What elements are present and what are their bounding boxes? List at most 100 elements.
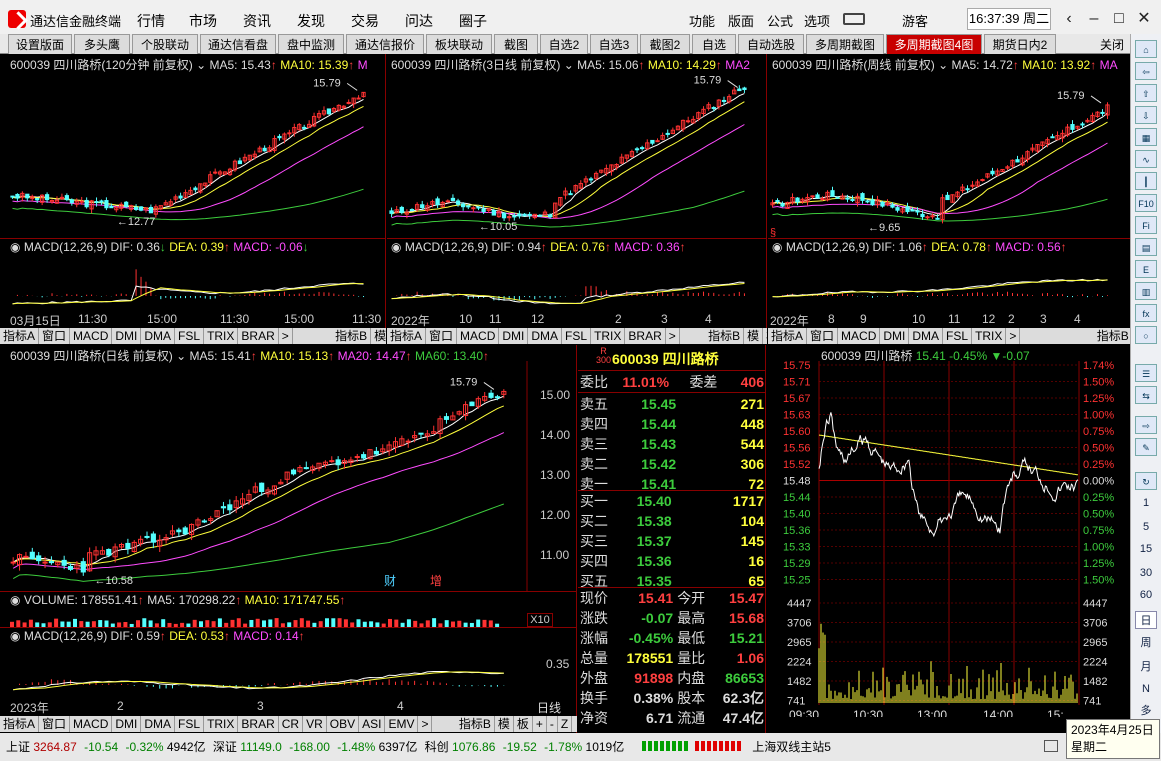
buy-row[interactable]: 买三 15.37 145 [578,531,766,551]
dmi-button[interactable]: DMI [112,328,142,344]
dma-button[interactable]: DMA [528,328,563,344]
tab-sector-link[interactable]: 板块联动 [426,34,492,54]
tab-watchlist-2[interactable]: 自选2 [540,34,588,54]
fsl-button[interactable]: FSL [175,716,205,732]
fsl-button[interactable]: FSL [943,328,973,344]
trix-button[interactable]: TRIX [204,328,239,344]
dma-button[interactable]: DMA [141,716,176,732]
list-icon[interactable]: ☰ [1135,364,1157,382]
buy-row[interactable]: 买一 15.40 1717 [578,491,766,511]
period-month[interactable]: 月 [1135,658,1157,676]
tab-auto-screen[interactable]: 自动选股 [738,34,804,54]
tab-watchlist[interactable]: 自选 [692,34,736,54]
tab-tdx-quote[interactable]: 通达信报价 [346,34,424,54]
panel2-kline-chart[interactable]: 15.79 ←10.05 [387,70,767,240]
back-icon[interactable]: ‹ [1058,8,1080,30]
brar-button[interactable]: BRAR [238,716,279,732]
mail-icon[interactable] [843,13,865,25]
tab-stock-link[interactable]: 个股联动 [132,34,198,54]
brar-button[interactable]: BRAR [238,328,279,344]
tab-screenshot-2[interactable]: 截图2 [640,34,690,54]
indicator-b-button[interactable]: 指标B [332,328,372,344]
close-icon[interactable]: ✕ [1133,8,1155,30]
line-chart-icon[interactable]: ∿ [1135,150,1157,168]
tab-intraday-monitor[interactable]: 盘中监测 [278,34,344,54]
indicator-a-button[interactable]: 指标A [0,328,40,344]
template-button[interactable]: 模 [744,328,764,344]
formula-fx-icon[interactable]: fx [1135,304,1157,322]
menu-news[interactable]: 资讯 [243,11,271,31]
calendar-icon[interactable]: ▤ [1135,238,1157,256]
left-arrow-icon[interactable]: ⇦ [1135,62,1157,80]
more-button[interactable]: > [666,328,680,344]
more-button[interactable]: > [418,716,433,732]
next-icon[interactable]: ⇨ [1135,416,1157,434]
trix-button[interactable]: TRIX [972,328,1007,344]
quote-stock-name[interactable]: 600039 四川路桥 [612,349,719,369]
sell-row[interactable]: 卖五 15.45 271 [578,394,766,414]
tab-setup-layout[interactable]: 设置版面 [8,34,72,54]
panel3-macd-chart[interactable] [768,254,1130,310]
user-label[interactable]: 游客 [902,11,928,30]
window-button[interactable]: 窗口 [807,328,839,344]
tab-watchlist-3[interactable]: 自选3 [590,34,638,54]
menu-circle[interactable]: 圈子 [459,11,487,31]
bar-chart-icon[interactable]: ▥ [1135,282,1157,300]
obv-button[interactable]: OBV [327,716,360,732]
window-icon[interactable] [1044,740,1058,752]
trix-button[interactable]: TRIX [204,716,239,732]
panel1-macd-toggle-icon[interactable]: ◉ [10,240,20,254]
grid-icon[interactable]: ▦ [1135,128,1157,146]
panel1-macd-chart[interactable] [0,254,386,310]
macd-button[interactable]: MACD [838,328,881,344]
period-30min[interactable]: 30 [1135,564,1157,582]
menu-discover[interactable]: 发现 [297,11,325,31]
home-icon[interactable]: ⌂ [1135,40,1157,58]
sell-row[interactable]: 卖四 15.44 448 [578,414,766,434]
buy-row[interactable]: 买二 15.38 104 [578,511,766,531]
menu-function[interactable]: 功能 [689,11,715,30]
menu-formula[interactable]: 公式 [767,11,793,30]
z-button[interactable]: Z [558,716,573,732]
brar-button[interactable]: BRAR [625,328,666,344]
panel3-macd-toggle-icon[interactable]: ◉ [772,240,782,254]
circle-icon[interactable]: ○ [1135,326,1157,344]
panel4-kline-chart[interactable]: 15.79 ←10.58 财 增 15.00 14.00 13.00 12.00 11.00 [0,361,577,591]
panel2-macd-chart[interactable] [387,254,767,310]
f10-icon[interactable]: F10 [1135,194,1157,212]
indicator-b-button[interactable]: 指标B [1094,328,1130,344]
more-button[interactable]: > [279,328,293,344]
indicator-b-button[interactable]: 指标B [705,328,745,344]
period-5min[interactable]: 5 [1135,518,1157,536]
panel4-volume-chart[interactable] [0,607,527,627]
period-60min[interactable]: 60 [1135,586,1157,604]
period-1min[interactable]: 1 [1135,494,1157,512]
macd-button[interactable]: MACD [457,328,500,344]
indicator-a-button[interactable]: 指标A [768,328,808,344]
report-icon[interactable]: E [1135,260,1157,278]
panel4-macd-chart[interactable] [0,643,527,699]
indicator-a-button[interactable]: 指标A [387,328,427,344]
tabs-close-button[interactable]: 关闭 [1100,36,1124,53]
fsl-button[interactable]: FSL [175,328,205,344]
buy-row[interactable]: 买四 15.36 16 [578,551,766,571]
vr-button[interactable]: VR [303,716,327,732]
period-15min[interactable]: 15 [1135,540,1157,558]
tab-bull-eagle[interactable]: 多头鹰 [74,34,130,54]
cr-button[interactable]: CR [279,716,304,732]
dmi-button[interactable]: DMI [499,328,529,344]
tab-screenshot[interactable]: 截图 [494,34,538,54]
panel4-macd-toggle-icon[interactable]: ◉ [10,629,20,643]
finance-icon[interactable]: Fi [1135,216,1157,234]
asi-button[interactable]: ASI [359,716,386,732]
period-week[interactable]: 周 [1135,634,1157,652]
maximize-icon[interactable]: □ [1108,8,1130,30]
indicator-b-button[interactable]: 指标B [456,716,495,732]
up-arrow-icon[interactable]: ⇧ [1135,84,1157,102]
candle-icon[interactable]: ┃ [1135,172,1157,190]
menu-layout[interactable]: 版面 [728,11,754,30]
volume-toggle-icon[interactable]: ◉ [10,593,20,607]
dma-button[interactable]: DMA [909,328,944,344]
intraday-chart[interactable]: 15.75 1.74% 15.71 1.50% 15.67 1.25% 15.63 1.00%… [767,361,1130,717]
window-button[interactable]: 窗口 [39,716,71,732]
